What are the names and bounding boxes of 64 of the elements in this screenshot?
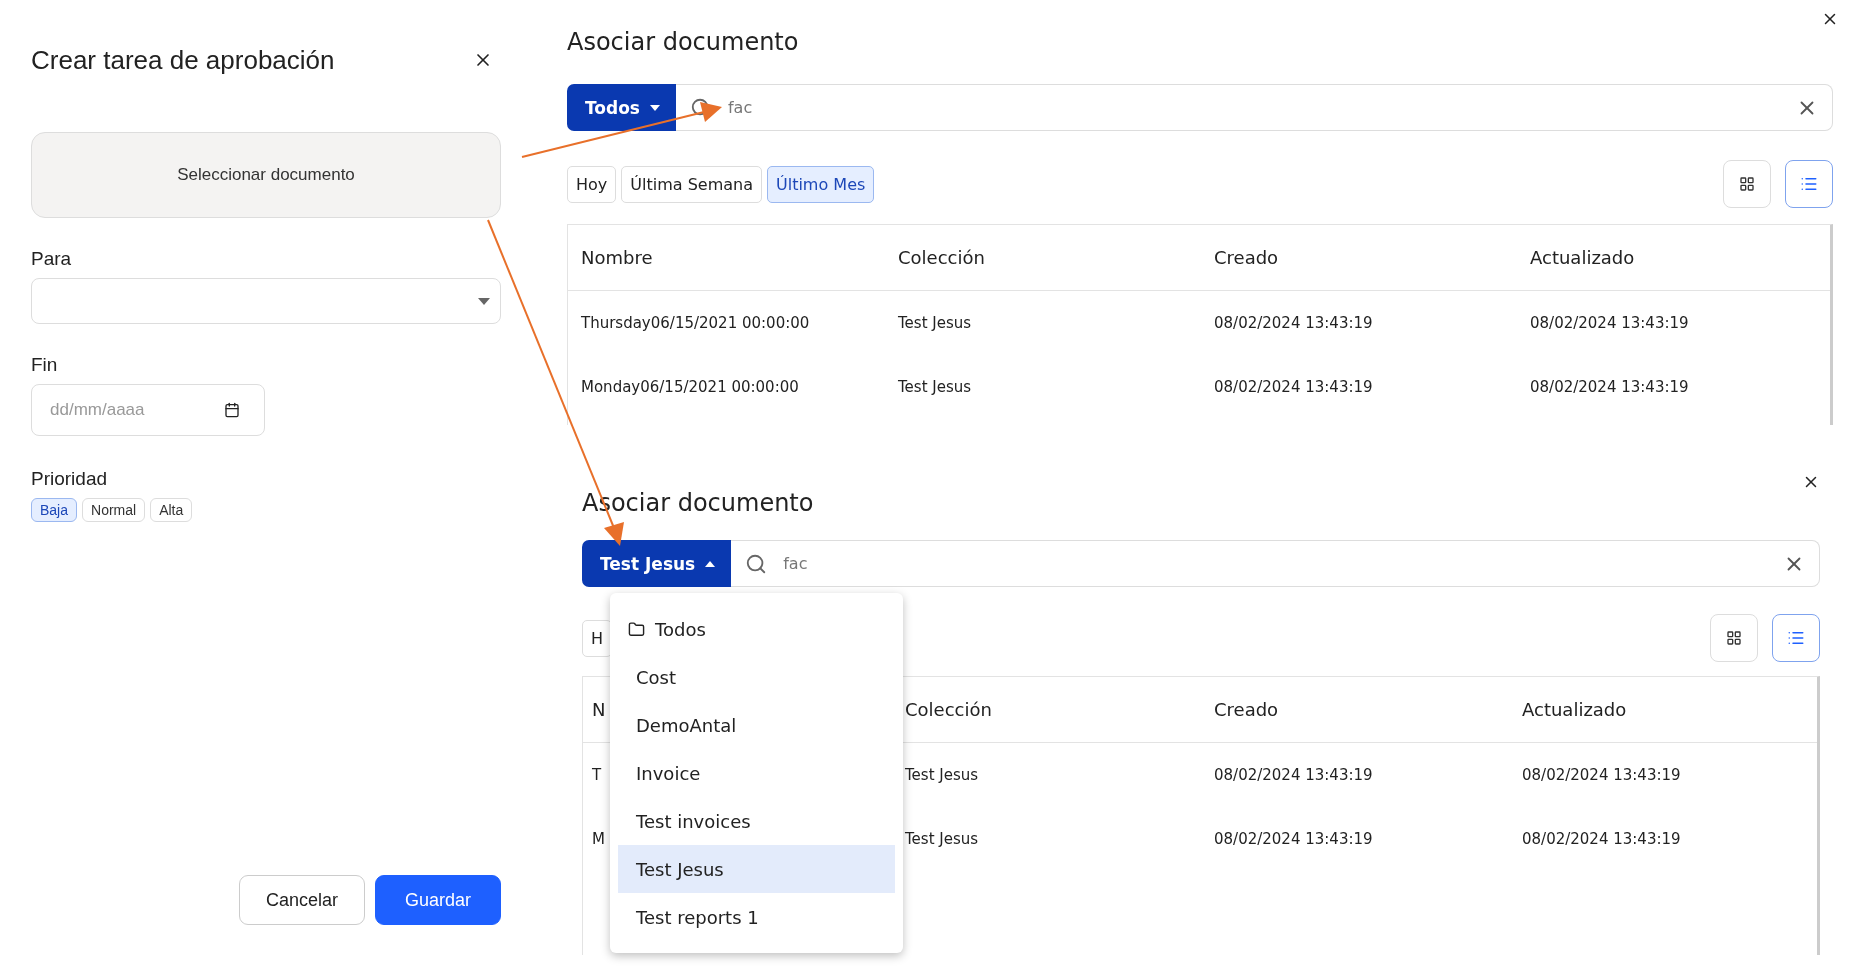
table-cell: T bbox=[592, 766, 602, 784]
search-input[interactable]: fac bbox=[781, 553, 1769, 574]
table-cell: Monday06/15/2021 00:00:00 bbox=[581, 378, 799, 396]
cancel-button[interactable]: Cancelar bbox=[239, 875, 365, 925]
column-header: Nombre bbox=[581, 247, 653, 268]
dialog-title: Asociar documento bbox=[567, 27, 799, 56]
collection-dropdown-button[interactable]: Todos bbox=[567, 84, 676, 131]
date-field[interactable]: dd/mm/aaaa bbox=[31, 384, 265, 436]
table-cell: Test Jesus bbox=[898, 314, 972, 332]
table-cell: 08/02/2024 13:43:19 bbox=[1214, 766, 1373, 784]
column-header: Colección bbox=[898, 247, 985, 268]
table-cell: M bbox=[592, 830, 605, 848]
save-button[interactable]: Guardar bbox=[375, 875, 501, 925]
menu-item[interactable]: Cost bbox=[618, 653, 895, 701]
priority-chip[interactable]: Normal bbox=[82, 498, 146, 522]
table-cell: Thursday06/15/2021 00:00:00 bbox=[581, 314, 810, 332]
table-cell: Test Jesus bbox=[898, 378, 972, 396]
search-icon bbox=[745, 552, 768, 575]
menu-item[interactable]: Test Jesus bbox=[618, 845, 895, 893]
table-cell: 08/02/2024 13:43:19 bbox=[1522, 766, 1681, 784]
column-header: N bbox=[592, 699, 606, 720]
date-filter-chip[interactable]: Última Semana bbox=[621, 165, 762, 203]
column-header: Colección bbox=[905, 699, 992, 720]
menu-item[interactable]: Invoice bbox=[618, 749, 895, 797]
priority-chip[interactable]: Alta bbox=[150, 498, 193, 522]
date-filter-chip[interactable]: Hoy bbox=[567, 165, 617, 203]
table-cell: Test Jesus bbox=[905, 766, 979, 784]
menu-item[interactable]: Test reports 1 bbox=[618, 893, 895, 941]
table-cell: 08/02/2024 13:43:19 bbox=[1530, 314, 1689, 332]
table-cell: 08/02/2024 13:43:19 bbox=[1214, 314, 1373, 332]
list-icon bbox=[1800, 175, 1818, 193]
field-label: Prioridad bbox=[31, 468, 108, 490]
table-cell: Test Jesus bbox=[905, 830, 979, 848]
field-label: Para bbox=[31, 248, 72, 270]
menu-item[interactable]: Test invoices bbox=[618, 797, 895, 845]
grid-icon bbox=[1739, 176, 1755, 192]
search-field[interactable]: fac bbox=[731, 540, 1820, 587]
panel-title: Crear tarea de aprobación bbox=[31, 44, 335, 76]
list-icon bbox=[1787, 629, 1805, 647]
grid-view-button[interactable] bbox=[1723, 160, 1771, 208]
column-header: Creado bbox=[1214, 699, 1279, 720]
folder-icon bbox=[628, 620, 645, 638]
menu-item[interactable]: Todos bbox=[618, 605, 895, 653]
column-header: Actualizado bbox=[1530, 247, 1635, 268]
column-header: Actualizado bbox=[1522, 699, 1627, 720]
column-header: Creado bbox=[1214, 247, 1279, 268]
table-cell: 08/02/2024 13:43:19 bbox=[1214, 378, 1373, 396]
menu-item[interactable]: DemoAntal bbox=[618, 701, 895, 749]
date-filter-chip[interactable]: Último Mes bbox=[767, 165, 875, 203]
dropdown-triangle-icon bbox=[478, 297, 490, 305]
date-filter-chip[interactable]: H bbox=[582, 619, 613, 657]
table-cell: 08/02/2024 13:43:19 bbox=[1214, 830, 1373, 848]
table-cell: 08/02/2024 13:43:19 bbox=[1522, 830, 1681, 848]
search-field[interactable]: fac bbox=[676, 84, 1833, 131]
grid-icon bbox=[1726, 630, 1742, 646]
grid-view-button[interactable] bbox=[1710, 614, 1758, 662]
calendar-icon bbox=[224, 402, 240, 418]
select-document-button[interactable]: Seleccionar documento bbox=[31, 132, 501, 218]
select-field[interactable] bbox=[31, 278, 501, 324]
priority-chip[interactable]: Baja bbox=[31, 498, 78, 522]
field-label: Fin bbox=[31, 354, 58, 376]
table-cell: 08/02/2024 13:43:19 bbox=[1530, 378, 1689, 396]
search-input[interactable]: fac bbox=[726, 97, 1782, 118]
collection-dropdown-button[interactable]: Test Jesus bbox=[582, 540, 732, 587]
